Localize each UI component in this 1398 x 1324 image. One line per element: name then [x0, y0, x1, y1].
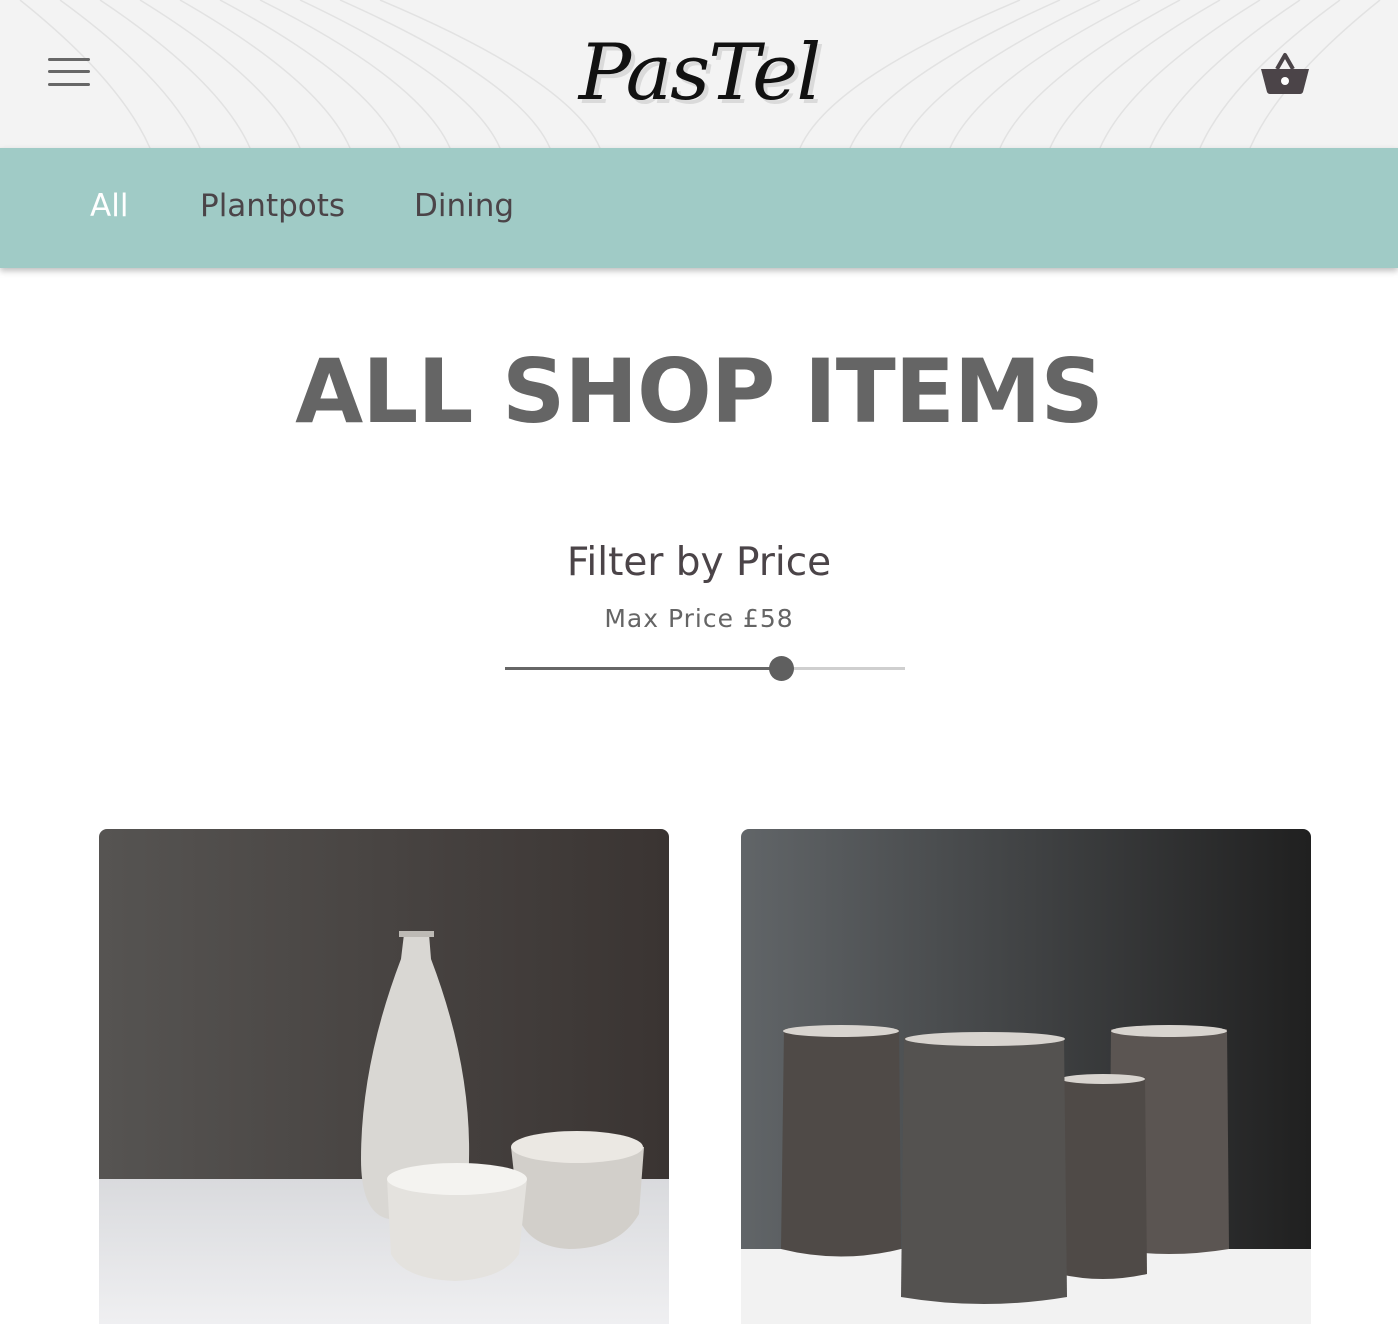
slider-thumb[interactable] — [769, 656, 794, 681]
product-image — [99, 829, 669, 1324]
slider-track-fill — [505, 667, 781, 670]
nav-item-dining[interactable]: Dining — [414, 188, 514, 224]
nav-item-all[interactable]: All — [90, 188, 128, 224]
header-bar: PasTel — [0, 0, 1398, 148]
nav-item-plantpots[interactable]: Plantpots — [200, 188, 345, 224]
category-nav: All Plantpots Dining — [0, 148, 1398, 268]
product-image — [741, 829, 1311, 1324]
product-card[interactable] — [741, 829, 1311, 1324]
product-card[interactable] — [99, 829, 669, 1324]
filter-heading: Filter by Price — [566, 540, 832, 585]
price-slider[interactable] — [505, 655, 905, 683]
max-price-label: Max Price £58 — [604, 604, 794, 633]
basket-icon[interactable] — [1259, 48, 1311, 96]
site-logo[interactable]: PasTel — [0, 18, 1398, 128]
page-title: ALL SHOP ITEMS — [295, 340, 1104, 443]
